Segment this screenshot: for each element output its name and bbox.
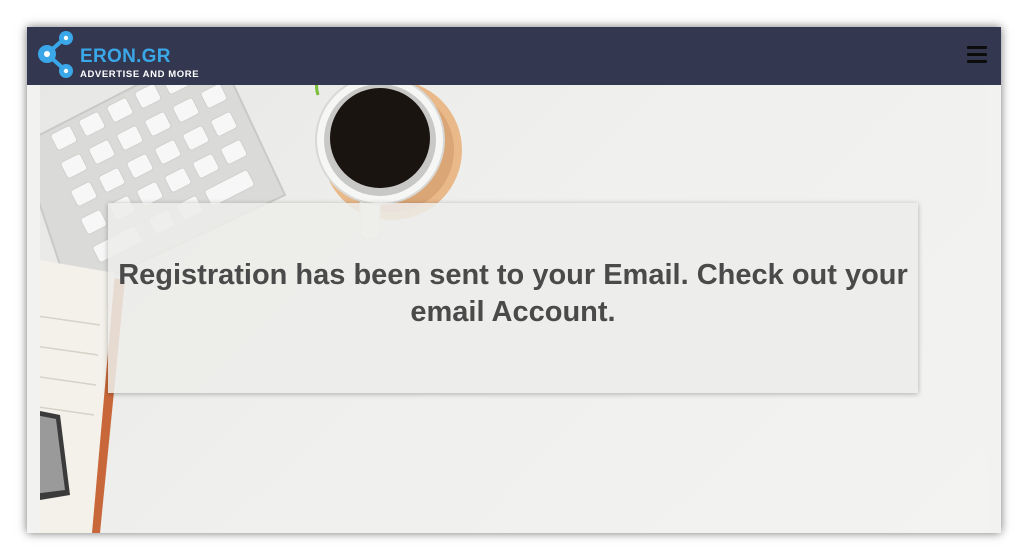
- hamburger-menu-icon[interactable]: [967, 46, 987, 64]
- message-suffix: .: [607, 296, 616, 328]
- top-navbar: ERON.GR ADVERTISE AND MORE: [27, 27, 1001, 85]
- registration-message: Registration has been sent to your Email…: [108, 257, 918, 331]
- message-prefix: Registration has been sent to your Email…: [118, 259, 689, 291]
- registration-message-card: Registration has been sent to your Email…: [108, 203, 918, 393]
- browser-viewport: ERON.GR ADVERTISE AND MORE Registration …: [27, 27, 1001, 533]
- share-nodes-logo-icon: [38, 31, 73, 78]
- hero-section: Registration has been sent to your Email…: [40, 85, 987, 533]
- logo-tagline: ADVERTISE AND MORE: [80, 69, 200, 80]
- logo-title: ERON.GR: [80, 46, 171, 67]
- site-logo[interactable]: ERON.GR ADVERTISE AND MORE: [35, 29, 225, 83]
